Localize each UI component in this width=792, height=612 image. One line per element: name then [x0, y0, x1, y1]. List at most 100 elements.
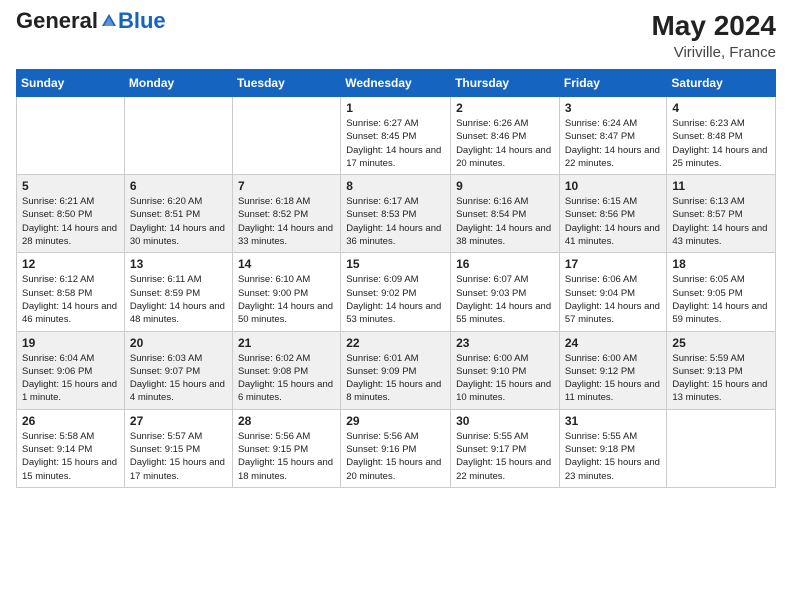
- table-row: [124, 97, 232, 175]
- day-number: 27: [130, 414, 227, 428]
- table-row: [17, 97, 125, 175]
- table-row: 14 Sunrise: 6:10 AMSunset: 9:00 PMDayligh…: [232, 253, 340, 331]
- location-title: Viriville, France: [651, 44, 776, 61]
- day-info: Sunrise: 6:12 AMSunset: 8:58 PMDaylight:…: [22, 273, 119, 326]
- day-number: 30: [456, 414, 554, 428]
- day-info: Sunrise: 6:15 AMSunset: 8:56 PMDaylight:…: [565, 195, 662, 248]
- day-number: 29: [346, 414, 445, 428]
- table-row: 27 Sunrise: 5:57 AMSunset: 9:15 PMDayligh…: [124, 409, 232, 487]
- table-row: 12 Sunrise: 6:12 AMSunset: 8:58 PMDayligh…: [17, 253, 125, 331]
- day-number: 11: [672, 179, 770, 193]
- day-info: Sunrise: 6:24 AMSunset: 8:47 PMDaylight:…: [565, 117, 662, 170]
- day-number: 25: [672, 336, 770, 350]
- calendar-week-row: 5 Sunrise: 6:21 AMSunset: 8:50 PMDaylight…: [17, 175, 776, 253]
- table-row: 29 Sunrise: 5:56 AMSunset: 9:16 PMDayligh…: [341, 409, 451, 487]
- table-row: 30 Sunrise: 5:55 AMSunset: 9:17 PMDayligh…: [451, 409, 560, 487]
- day-info: Sunrise: 5:56 AMSunset: 9:15 PMDaylight:…: [238, 430, 335, 483]
- table-row: 2 Sunrise: 6:26 AMSunset: 8:46 PMDaylight…: [451, 97, 560, 175]
- table-row: 5 Sunrise: 6:21 AMSunset: 8:50 PMDaylight…: [17, 175, 125, 253]
- day-number: 15: [346, 257, 445, 271]
- table-row: 20Sunrise: 6:03 AMSunset: 9:07 PMDayligh…: [124, 331, 232, 409]
- day-info: Sunrise: 6:01 AMSunset: 9:09 PMDaylight:…: [346, 352, 445, 405]
- calendar-week-row: 26Sunrise: 5:58 AMSunset: 9:14 PMDayligh…: [17, 409, 776, 487]
- table-row: 23 Sunrise: 6:00 AMSunset: 9:10 PMDayligh…: [451, 331, 560, 409]
- table-row: [667, 409, 776, 487]
- table-row: 19 Sunrise: 6:04 AMSunset: 9:06 PMDayligh…: [17, 331, 125, 409]
- day-info: Sunrise: 5:59 AMSunset: 9:13 PMDaylight:…: [672, 352, 770, 405]
- day-info: Sunrise: 6:18 AMSunset: 8:52 PMDaylight:…: [238, 195, 335, 248]
- table-row: 16Sunrise: 6:07 AMSunset: 9:03 PMDayligh…: [451, 253, 560, 331]
- table-row: 4Sunrise: 6:23 AMSunset: 8:48 PMDaylight…: [667, 97, 776, 175]
- day-number: 5: [22, 179, 119, 193]
- table-row: 17 Sunrise: 6:06 AMSunset: 9:04 PMDayligh…: [559, 253, 667, 331]
- day-number: 17: [565, 257, 662, 271]
- day-number: 28: [238, 414, 335, 428]
- day-info: Sunrise: 5:57 AMSunset: 9:15 PMDaylight:…: [130, 430, 227, 483]
- table-row: 1 Sunrise: 6:27 AMSunset: 8:45 PMDaylight…: [341, 97, 451, 175]
- day-info: Sunrise: 6:16 AMSunset: 8:54 PMDaylight:…: [456, 195, 554, 248]
- table-row: 22 Sunrise: 6:01 AMSunset: 9:09 PMDayligh…: [341, 331, 451, 409]
- col-monday: Monday: [124, 70, 232, 97]
- day-info: Sunrise: 6:04 AMSunset: 9:06 PMDaylight:…: [22, 352, 119, 405]
- day-number: 31: [565, 414, 662, 428]
- month-title: May 2024: [651, 10, 776, 42]
- day-info: Sunrise: 5:56 AMSunset: 9:16 PMDaylight:…: [346, 430, 445, 483]
- day-info: Sunrise: 6:26 AMSunset: 8:46 PMDaylight:…: [456, 117, 554, 170]
- day-number: 7: [238, 179, 335, 193]
- day-number: 3: [565, 101, 662, 115]
- col-sunday: Sunday: [17, 70, 125, 97]
- table-row: 3 Sunrise: 6:24 AMSunset: 8:47 PMDaylight…: [559, 97, 667, 175]
- title-block: May 2024 Viriville, France: [651, 10, 776, 61]
- table-row: 6 Sunrise: 6:20 AMSunset: 8:51 PMDaylight…: [124, 175, 232, 253]
- day-info: Sunrise: 6:02 AMSunset: 9:08 PMDaylight:…: [238, 352, 335, 405]
- day-number: 1: [346, 101, 445, 115]
- day-number: 9: [456, 179, 554, 193]
- day-number: 22: [346, 336, 445, 350]
- day-info: Sunrise: 6:17 AMSunset: 8:53 PMDaylight:…: [346, 195, 445, 248]
- col-thursday: Thursday: [451, 70, 560, 97]
- table-row: 9 Sunrise: 6:16 AMSunset: 8:54 PMDaylight…: [451, 175, 560, 253]
- table-row: 18 Sunrise: 6:05 AMSunset: 9:05 PMDayligh…: [667, 253, 776, 331]
- table-row: 13 Sunrise: 6:11 AMSunset: 8:59 PMDayligh…: [124, 253, 232, 331]
- day-number: 21: [238, 336, 335, 350]
- table-row: 21 Sunrise: 6:02 AMSunset: 9:08 PMDayligh…: [232, 331, 340, 409]
- logo: General Blue: [16, 10, 166, 32]
- table-row: 25 Sunrise: 5:59 AMSunset: 9:13 PMDayligh…: [667, 331, 776, 409]
- day-info: Sunrise: 5:55 AMSunset: 9:18 PMDaylight:…: [565, 430, 662, 483]
- table-row: 31 Sunrise: 5:55 AMSunset: 9:18 PMDayligh…: [559, 409, 667, 487]
- col-wednesday: Wednesday: [341, 70, 451, 97]
- table-row: 8Sunrise: 6:17 AMSunset: 8:53 PMDaylight…: [341, 175, 451, 253]
- header: General Blue May 2024 Viriville, France: [16, 10, 776, 61]
- calendar-week-row: 1 Sunrise: 6:27 AMSunset: 8:45 PMDaylight…: [17, 97, 776, 175]
- day-info: Sunrise: 6:06 AMSunset: 9:04 PMDaylight:…: [565, 273, 662, 326]
- day-info: Sunrise: 6:05 AMSunset: 9:05 PMDaylight:…: [672, 273, 770, 326]
- day-number: 6: [130, 179, 227, 193]
- table-row: 26Sunrise: 5:58 AMSunset: 9:14 PMDayligh…: [17, 409, 125, 487]
- day-info: Sunrise: 6:13 AMSunset: 8:57 PMDaylight:…: [672, 195, 770, 248]
- day-number: 13: [130, 257, 227, 271]
- day-number: 24: [565, 336, 662, 350]
- day-info: Sunrise: 6:00 AMSunset: 9:10 PMDaylight:…: [456, 352, 554, 405]
- day-info: Sunrise: 6:21 AMSunset: 8:50 PMDaylight:…: [22, 195, 119, 248]
- day-number: 2: [456, 101, 554, 115]
- day-number: 19: [22, 336, 119, 350]
- page: General Blue May 2024 Viriville, France …: [0, 0, 792, 612]
- day-info: Sunrise: 6:20 AMSunset: 8:51 PMDaylight:…: [130, 195, 227, 248]
- calendar-week-row: 12 Sunrise: 6:12 AMSunset: 8:58 PMDayligh…: [17, 253, 776, 331]
- table-row: 24 Sunrise: 6:00 AMSunset: 9:12 PMDayligh…: [559, 331, 667, 409]
- day-number: 14: [238, 257, 335, 271]
- day-info: Sunrise: 6:23 AMSunset: 8:48 PMDaylight:…: [672, 117, 770, 170]
- day-info: Sunrise: 5:55 AMSunset: 9:17 PMDaylight:…: [456, 430, 554, 483]
- day-number: 23: [456, 336, 554, 350]
- day-info: Sunrise: 6:27 AMSunset: 8:45 PMDaylight:…: [346, 117, 445, 170]
- table-row: 7 Sunrise: 6:18 AMSunset: 8:52 PMDaylight…: [232, 175, 340, 253]
- day-info: Sunrise: 6:10 AMSunset: 9:00 PMDaylight:…: [238, 273, 335, 326]
- day-info: Sunrise: 6:00 AMSunset: 9:12 PMDaylight:…: [565, 352, 662, 405]
- day-number: 16: [456, 257, 554, 271]
- day-number: 12: [22, 257, 119, 271]
- day-number: 26: [22, 414, 119, 428]
- day-info: Sunrise: 6:09 AMSunset: 9:02 PMDaylight:…: [346, 273, 445, 326]
- day-info: Sunrise: 6:11 AMSunset: 8:59 PMDaylight:…: [130, 273, 227, 326]
- col-friday: Friday: [559, 70, 667, 97]
- day-number: 18: [672, 257, 770, 271]
